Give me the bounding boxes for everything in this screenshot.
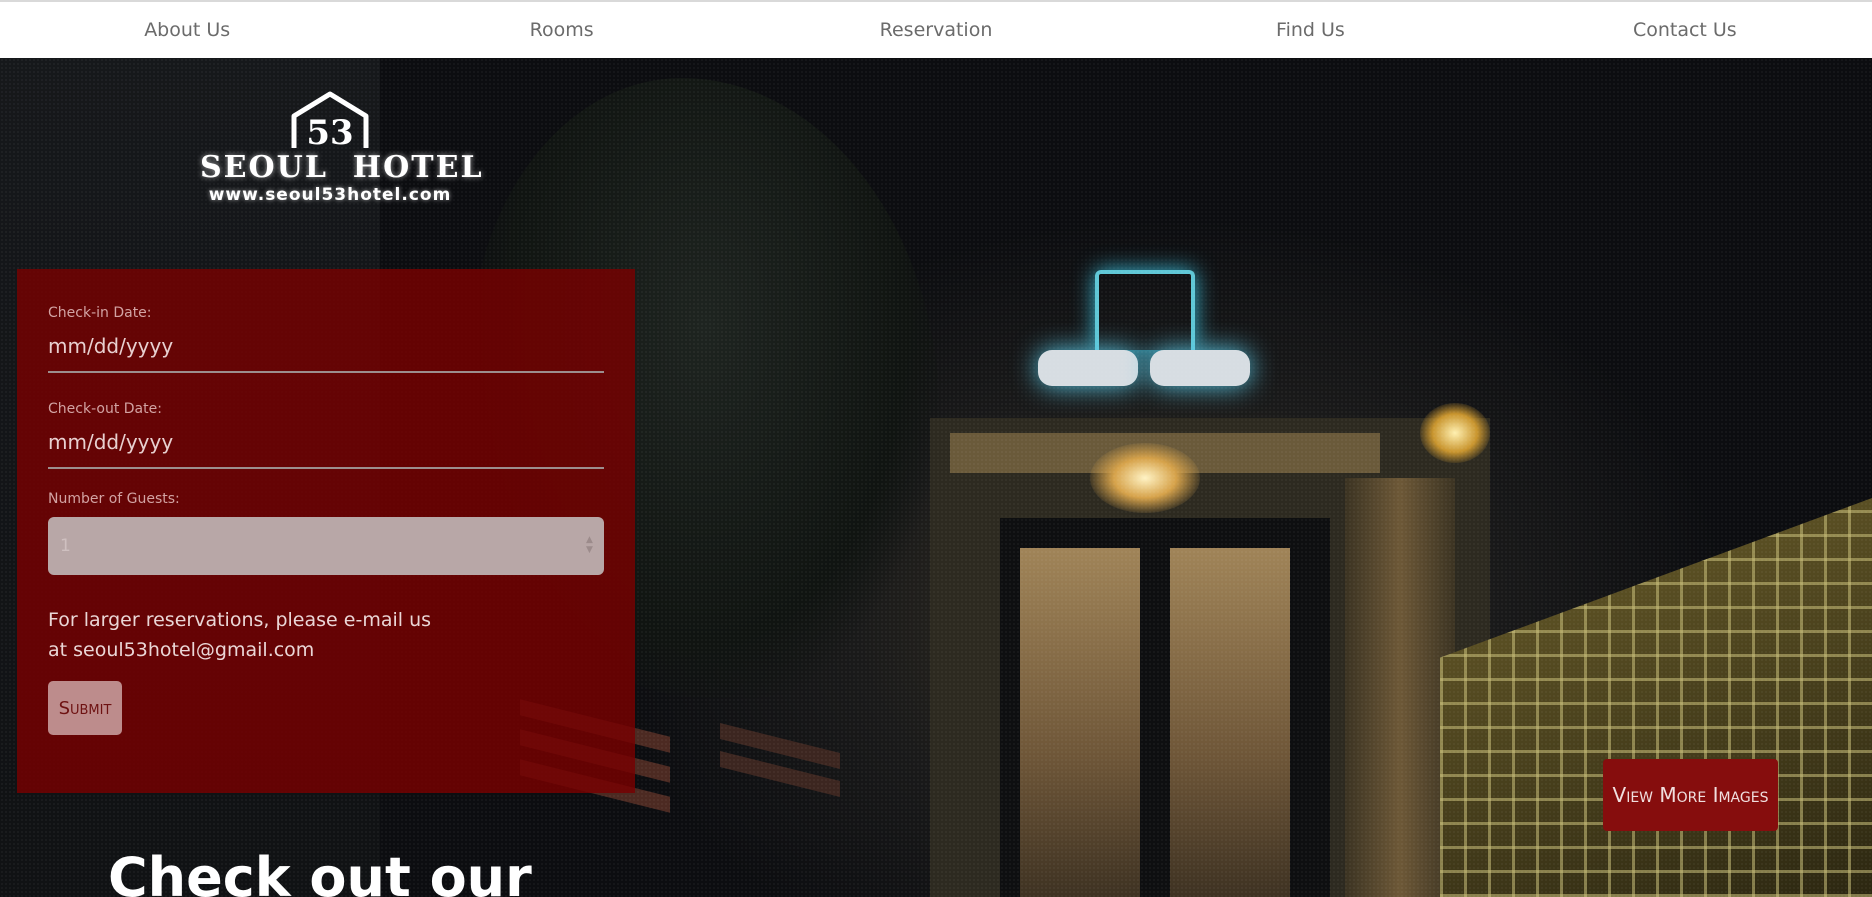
logo-website-url: www.seoul53hotel.com — [208, 185, 452, 205]
top-nav: About Us Rooms Reservation Find Us Conta… — [0, 0, 1872, 58]
reservation-form: Check-in Date: Check-out Date: Number of… — [17, 269, 635, 793]
nav-about-us[interactable]: About Us — [0, 19, 374, 41]
guests-number-input[interactable]: 1 ▲ ▼ — [48, 517, 604, 575]
submit-button[interactable]: Submit — [48, 681, 122, 735]
checkout-date-input[interactable] — [48, 417, 604, 469]
hotel-logo[interactable]: 53 SEOUL HOTEL www.seoul53hotel.com — [200, 90, 484, 225]
large-reservation-note: For larger reservations, please e-mail u… — [48, 609, 432, 661]
view-more-images-button[interactable]: View More Images — [1603, 759, 1778, 831]
nav-rooms[interactable]: Rooms — [374, 19, 748, 41]
guests-label: Number of Guests: — [48, 491, 180, 507]
logo-number: 53 — [306, 113, 353, 152]
checkout-label: Check-out Date: — [48, 401, 162, 417]
guests-value: 1 — [60, 536, 71, 556]
house-logo-icon: 53 — [288, 90, 372, 153]
nav-find-us[interactable]: Find Us — [1123, 19, 1497, 41]
checkin-label: Check-in Date: — [48, 305, 152, 321]
nav-contact-us[interactable]: Contact Us — [1498, 19, 1872, 41]
section-heading: Check out our — [108, 846, 532, 897]
stepper-arrows-icon[interactable]: ▲ ▼ — [586, 535, 596, 555]
nav-reservation[interactable]: Reservation — [749, 19, 1123, 41]
logo-hotel-name: SEOUL HOTEL — [200, 150, 484, 185]
checkin-date-input[interactable] — [48, 321, 604, 373]
